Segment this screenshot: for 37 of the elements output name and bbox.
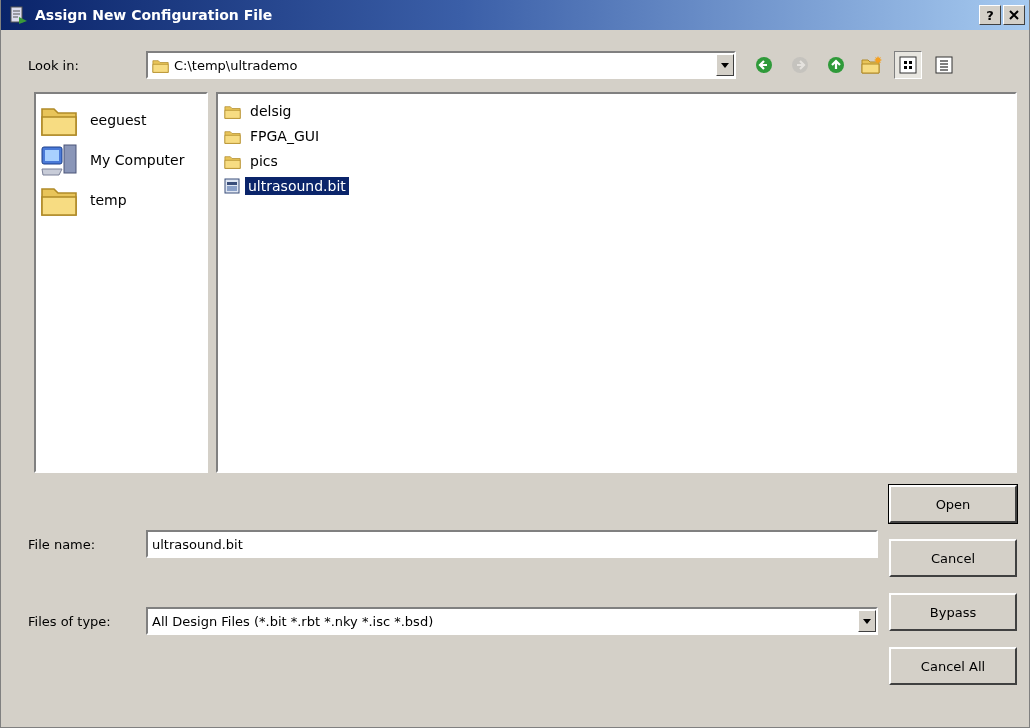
file-name-label: File name: — [28, 536, 97, 552]
dropdown-button[interactable] — [716, 54, 734, 76]
places-item[interactable]: eeguest — [40, 102, 206, 138]
toolbar-button[interactable] — [894, 51, 922, 79]
file-type-value: All Design Files (*.bit *.rbt *.nky *.isc *.bsd) — [152, 613, 435, 629]
look-in-label: Look in: — [28, 57, 80, 73]
folder-icon — [152, 57, 170, 73]
file-item[interactable]: delsig — [224, 100, 295, 122]
details-view-icon — [935, 56, 953, 74]
window-title: Assign New Configuration File — [35, 7, 274, 23]
places-item[interactable]: temp — [40, 182, 206, 218]
file-icon — [224, 178, 240, 194]
folder-icon — [224, 103, 242, 119]
dropdown-arrow-icon — [863, 618, 871, 624]
folder-icon — [224, 153, 242, 169]
dialog-button[interactable]: Cancel — [889, 539, 1017, 577]
file-name-field[interactable]: ultrasound.bit — [146, 530, 878, 558]
dialog-button[interactable]: Bypass — [889, 593, 1017, 631]
dialog-button[interactable]: Cancel All — [889, 647, 1017, 685]
dropdown-button[interactable] — [858, 610, 876, 632]
computer-icon — [40, 141, 80, 179]
dropdown-arrow-icon — [721, 62, 729, 68]
help-button[interactable]: ? — [979, 5, 1001, 25]
file-type-dropdown[interactable]: All Design Files (*.bit *.rbt *.nky *.isc *.bsd) — [146, 607, 878, 635]
look-in-dropdown[interactable]: C:\temp\ultrademo — [146, 51, 736, 79]
folder-icon — [224, 128, 242, 144]
file-item[interactable]: FPGA_GUI — [224, 125, 323, 147]
close-button[interactable] — [1003, 5, 1025, 25]
app-icon — [9, 5, 29, 25]
new-folder-icon — [861, 55, 883, 75]
file-type-label: Files of type: — [28, 613, 112, 629]
close-icon — [1009, 10, 1019, 20]
dialog-button[interactable]: Open — [889, 485, 1017, 523]
icons-view-icon — [899, 56, 917, 74]
file-item[interactable]: pics — [224, 150, 281, 172]
folder-path: C:\temp\ultrademo — [174, 57, 299, 73]
places-item[interactable]: My Computer — [40, 142, 206, 178]
